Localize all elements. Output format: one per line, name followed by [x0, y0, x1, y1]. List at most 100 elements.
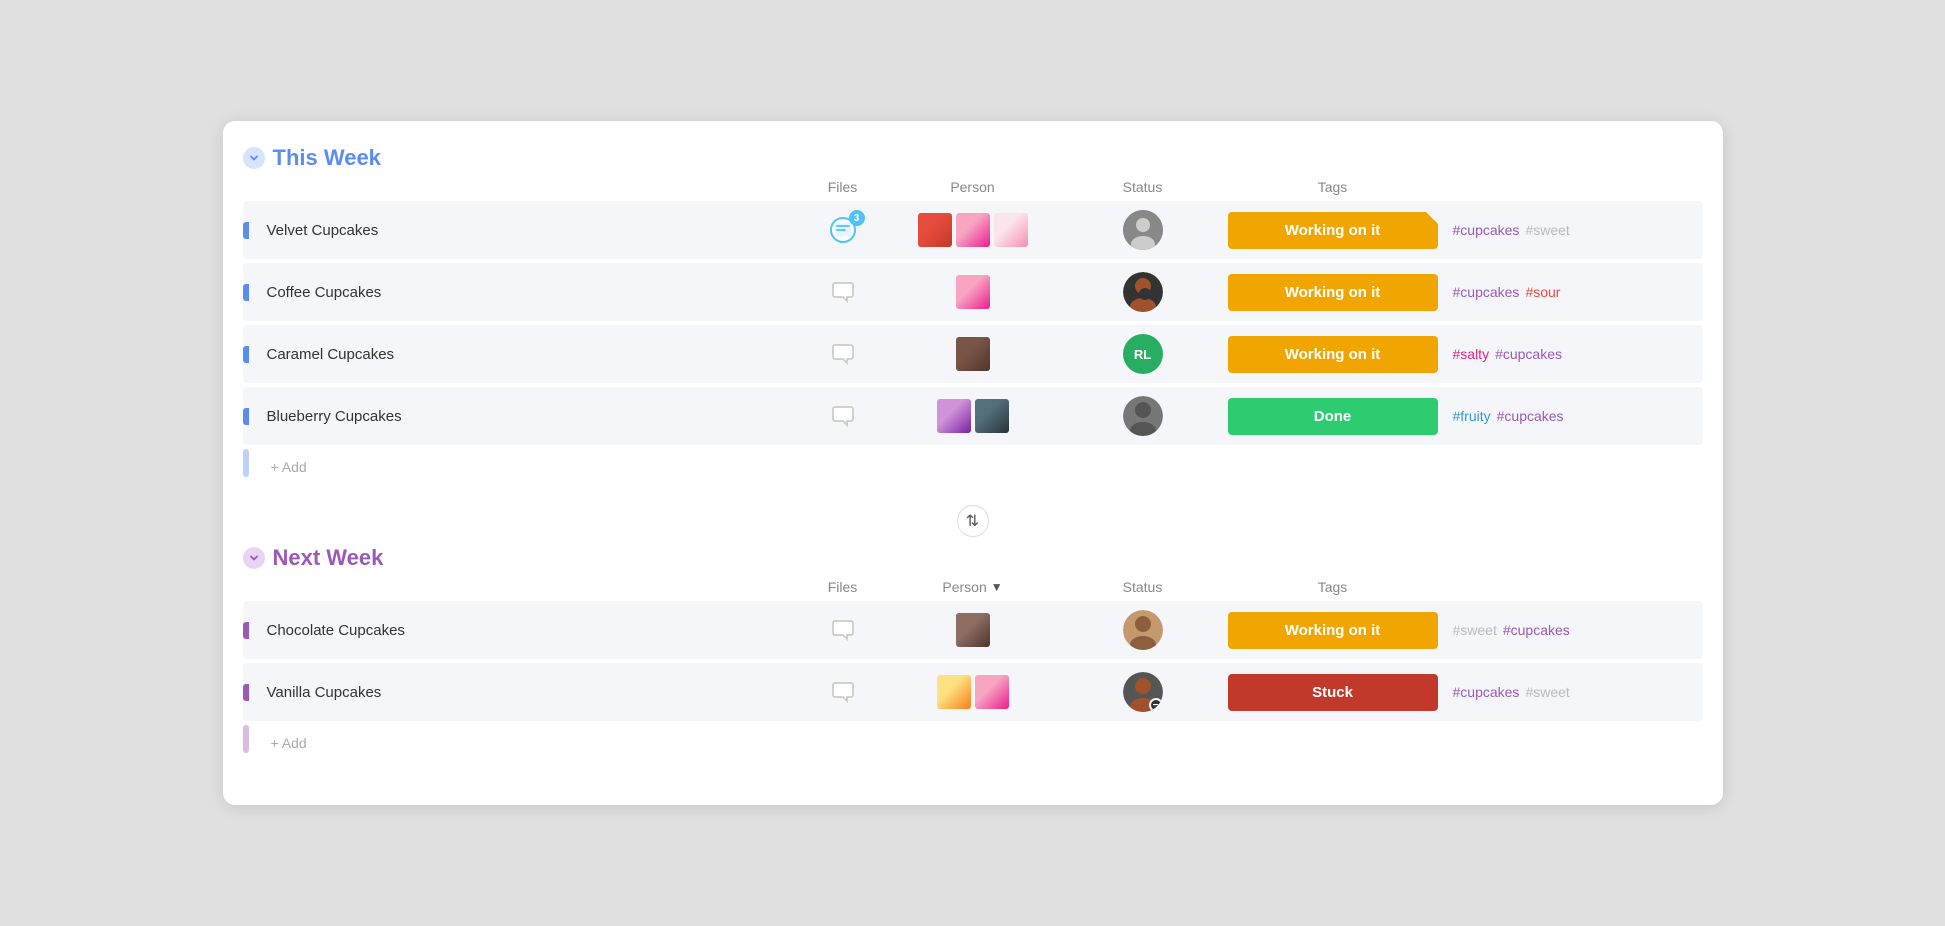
row-tags-cell: #sweet #cupcakes [1443, 622, 1703, 638]
tag[interactable]: #sour [1525, 284, 1560, 300]
row-files-cell [883, 213, 1063, 247]
row-person-cell [1063, 610, 1223, 650]
row-files-cell [883, 399, 1063, 433]
file-thumb [956, 275, 990, 309]
row-chat-cell[interactable] [803, 276, 883, 308]
file-thumb [975, 675, 1009, 709]
sort-icon[interactable]: ⇅ [957, 505, 989, 537]
file-thumb [975, 399, 1009, 433]
tag[interactable]: #cupcakes [1453, 222, 1520, 238]
tag[interactable]: #cupcakes [1497, 408, 1564, 424]
tag[interactable]: #sweet [1525, 684, 1569, 700]
add-row-indicator [243, 725, 249, 753]
row-person-cell: − [1063, 672, 1223, 712]
item-name: Coffee Cupcakes [249, 284, 382, 301]
chat-icon[interactable] [827, 338, 859, 370]
avatar: RL [1123, 334, 1163, 374]
avatar [1123, 272, 1163, 312]
tag[interactable]: #sweet [1525, 222, 1569, 238]
row-person-cell: RL [1063, 334, 1223, 374]
item-name: Chocolate Cupcakes [249, 622, 405, 639]
chat-badge: 3 [849, 210, 865, 226]
table-row: Velvet Cupcakes 3 Working on it [243, 201, 1703, 259]
chat-icon[interactable] [827, 276, 859, 308]
status-badge[interactable]: Working on it [1228, 274, 1438, 311]
row-status-cell[interactable]: Done [1223, 398, 1443, 435]
row-name-cell: Coffee Cupcakes [243, 284, 803, 301]
col-status-label: Status [1063, 179, 1223, 195]
col-name [303, 579, 803, 595]
tag[interactable]: #cupcakes [1453, 284, 1520, 300]
file-thumb [956, 613, 990, 647]
add-button[interactable]: + Add [249, 735, 307, 751]
row-files-cell [883, 275, 1063, 309]
avatar [1123, 610, 1163, 650]
tag[interactable]: #cupcakes [1495, 346, 1562, 362]
col-tags-label: Tags [1223, 179, 1443, 195]
row-files-cell [883, 675, 1063, 709]
add-row-indicator [243, 449, 249, 477]
col-person-label: Person [883, 179, 1063, 195]
row-tags-cell: #cupcakes #sour [1443, 284, 1703, 300]
table-row: Coffee Cupcakes Working on it #cupcakes [243, 263, 1703, 321]
col-name [303, 179, 803, 195]
row-person-cell [1063, 210, 1223, 250]
row-person-cell [1063, 272, 1223, 312]
row-chat-cell[interactable] [803, 400, 883, 432]
this-week-chevron[interactable] [243, 147, 265, 169]
row-chat-cell[interactable] [803, 676, 883, 708]
row-status-cell[interactable]: Working on it [1223, 336, 1443, 373]
divider-row: ⇅ [243, 505, 1703, 537]
row-status-cell[interactable]: Working on it [1223, 212, 1443, 249]
tag[interactable]: #cupcakes [1453, 684, 1520, 700]
item-name: Vanilla Cupcakes [249, 684, 382, 701]
status-badge[interactable]: Working on it [1228, 212, 1438, 249]
col-person-label[interactable]: Person ▼ [883, 579, 1063, 595]
tag[interactable]: #salty [1453, 346, 1490, 362]
col-files-label: Files [803, 179, 883, 195]
chat-icon[interactable] [827, 614, 859, 646]
next-week-col-headers: Files Person ▼ Status Tags [243, 579, 1703, 601]
row-status-cell[interactable]: Working on it [1223, 274, 1443, 311]
next-week-chevron[interactable] [243, 547, 265, 569]
row-name-cell: Chocolate Cupcakes [243, 622, 803, 639]
row-tags-cell: #salty #cupcakes [1443, 346, 1703, 362]
chat-icon[interactable] [827, 676, 859, 708]
row-chat-cell[interactable] [803, 614, 883, 646]
chat-icon[interactable] [827, 400, 859, 432]
status-badge[interactable]: Working on it [1228, 336, 1438, 373]
row-name-cell: Caramel Cupcakes [243, 346, 803, 363]
tag[interactable]: #fruity [1453, 408, 1491, 424]
status-badge[interactable]: Stuck [1228, 674, 1438, 711]
col-tags-label: Tags [1223, 579, 1443, 595]
row-name-cell: Velvet Cupcakes [243, 222, 803, 239]
row-status-cell[interactable]: Stuck [1223, 674, 1443, 711]
add-button[interactable]: + Add [249, 459, 307, 475]
status-badge[interactable]: Done [1228, 398, 1438, 435]
row-chat-cell[interactable]: 3 [803, 214, 883, 246]
this-week-title: This Week [273, 145, 381, 171]
chevron-down-icon: ▼ [991, 580, 1003, 594]
file-thumb [937, 399, 971, 433]
status-badge[interactable]: Working on it [1228, 612, 1438, 649]
row-files-cell [883, 613, 1063, 647]
this-week-col-headers: Files Person Status Tags [243, 179, 1703, 201]
file-thumb [956, 337, 990, 371]
this-week-header: This Week [243, 145, 1703, 171]
tag[interactable]: #cupcakes [1503, 622, 1570, 638]
file-thumb [918, 213, 952, 247]
this-week-section: This Week Files Person Status Tags Velve… [243, 145, 1703, 485]
row-status-cell[interactable]: Working on it [1223, 612, 1443, 649]
item-name: Blueberry Cupcakes [249, 408, 402, 425]
add-row[interactable]: + Add [243, 449, 1703, 485]
next-week-header: Next Week [243, 545, 1703, 571]
row-tags-cell: #cupcakes #sweet [1443, 684, 1703, 700]
chat-icon[interactable]: 3 [827, 214, 859, 246]
row-tags-cell: #cupcakes #sweet [1443, 222, 1703, 238]
col-files-label: Files [803, 579, 883, 595]
tag[interactable]: #sweet [1453, 622, 1497, 638]
add-row[interactable]: + Add [243, 725, 1703, 761]
avatar [1123, 396, 1163, 436]
row-chat-cell[interactable] [803, 338, 883, 370]
row-name-cell: Blueberry Cupcakes [243, 408, 803, 425]
